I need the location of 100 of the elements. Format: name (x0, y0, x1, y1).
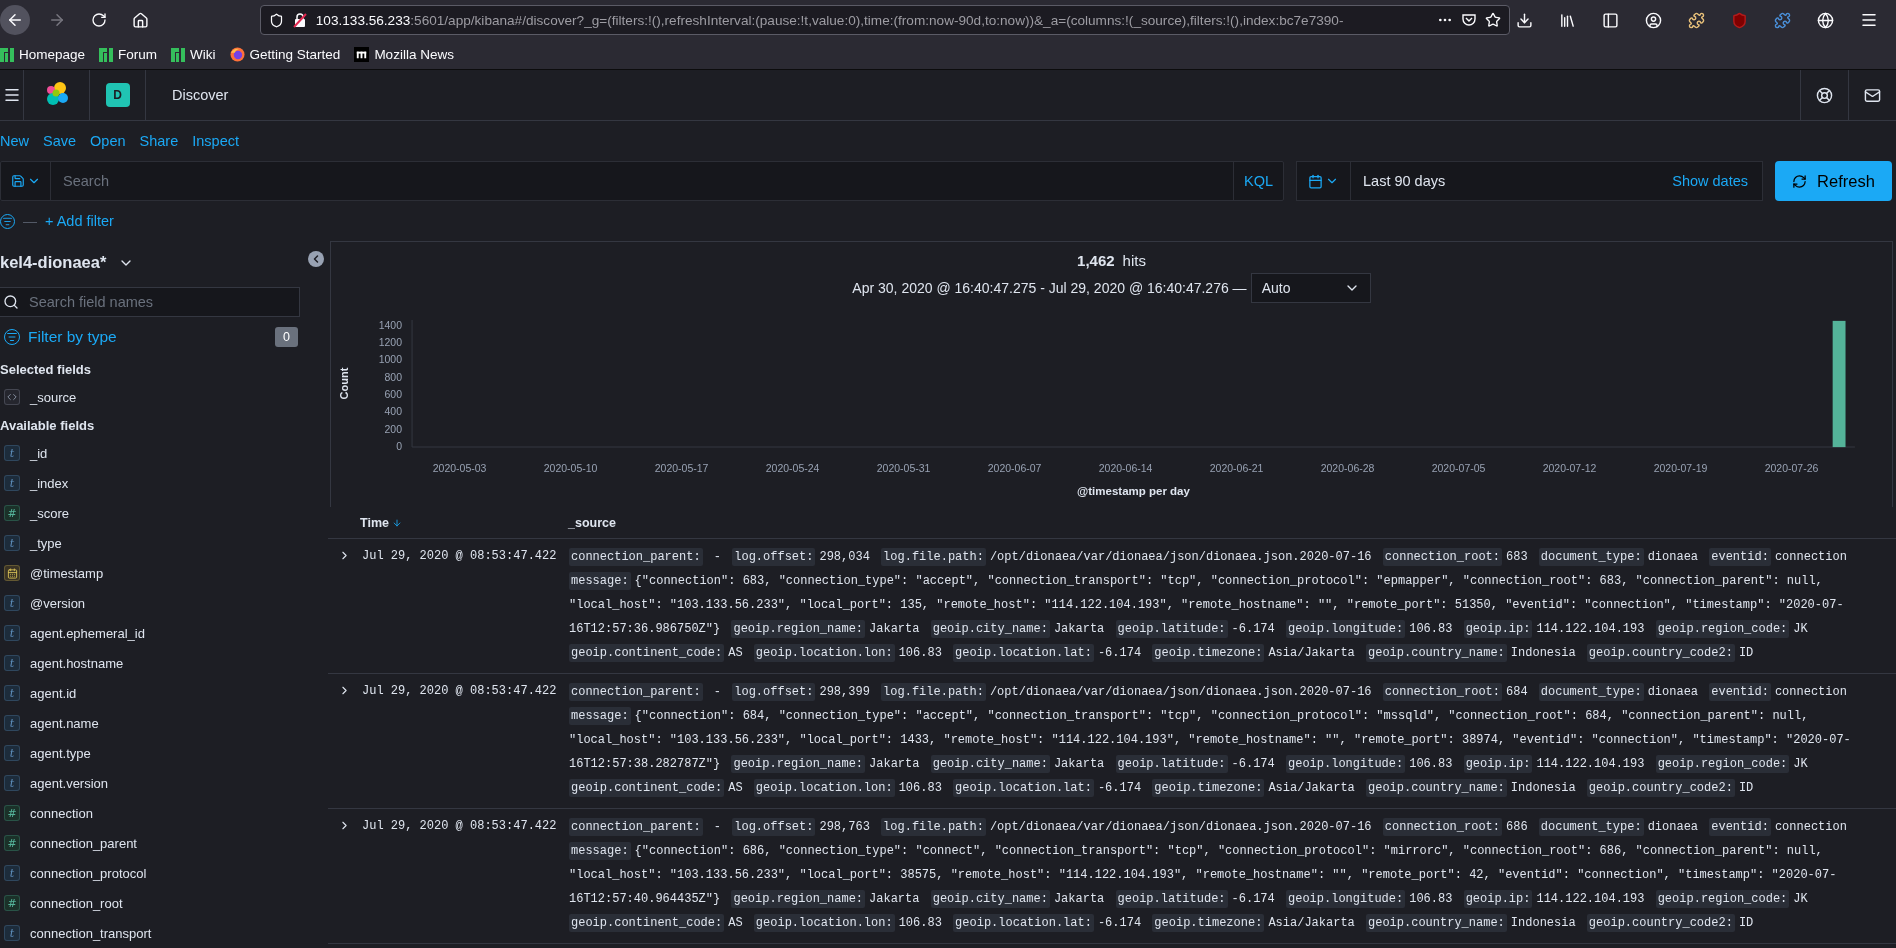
column-header[interactable]: _source (568, 515, 616, 530)
bookmark-link[interactable]: Homepage (0, 47, 86, 62)
url-text: 103.133.56.233:5601/app/kibana#/discover?_g=(filters:!(),refreshInterval:(pause:!t,value:0),time:(from:now-90d,to:now))&_a=(columns:!(_source),filters:!(),index:bc7e7390- (315, 12, 1345, 28)
search-icon (3, 293, 19, 310)
field-item[interactable]: t _type (0, 528, 328, 558)
field-item[interactable]: # connection (0, 798, 328, 828)
field-item[interactable]: # _score (0, 498, 328, 528)
x-axis-title: @timestamp per day (1077, 485, 1190, 497)
bookmark-link[interactable]: Wiki (171, 47, 216, 62)
field-search-field[interactable]: Search field names (27, 292, 299, 311)
add-filter-link[interactable]: + Add filter (45, 213, 114, 229)
shield-icon[interactable] (268, 12, 284, 28)
menu-link[interactable]: Open (90, 133, 126, 149)
section-heading: Available fields (0, 416, 96, 435)
string-type-icon: t (4, 745, 20, 761)
extension-icon[interactable] (1774, 11, 1791, 29)
date-range: Apr 30, 2020 @ 16:40:47.275 - Jul 29, 2020 @ 16:40:47.276 — (852, 279, 1247, 296)
axis-tick-label: 2020-05-10 (543, 462, 598, 474)
time-range: Last 90 days (1363, 173, 1446, 189)
axis-tick-label: 2020-07-05 (1431, 462, 1486, 474)
refresh-button[interactable]: Refresh (1775, 161, 1892, 201)
calendar-icon (1308, 173, 1323, 189)
calendar-icon (4, 565, 20, 581)
menu-link[interactable]: New (0, 133, 29, 149)
menu-icon[interactable] (2, 86, 21, 104)
menu-link[interactable]: Share (139, 133, 179, 149)
axis-tick-label: 1000 (378, 353, 403, 366)
library-icon[interactable] (1559, 11, 1576, 29)
field-item[interactable]: # connection_parent (0, 828, 328, 858)
field-item[interactable]: t _id (0, 438, 328, 468)
field-item[interactable]: t agent.id (0, 678, 328, 708)
section-heading: Selected fields (0, 361, 93, 380)
account-icon[interactable] (1645, 11, 1662, 29)
sidebar-icon[interactable] (1602, 11, 1619, 29)
field-item[interactable]: t connection_transport (0, 918, 328, 948)
interval-select[interactable]: Auto (1250, 272, 1371, 303)
axis-tick-label: 2020-06-28 (1320, 462, 1375, 474)
filter-by-type-button[interactable]: Filter by type (28, 327, 117, 346)
field-item[interactable]: t agent.name (0, 708, 328, 738)
count-badge: 0 (275, 326, 298, 347)
language-button[interactable]: KQL (1233, 162, 1283, 200)
axis-tick-label: 2020-07-19 (1653, 462, 1708, 474)
field-item[interactable]: # connection_root (0, 888, 328, 918)
bookmark-link[interactable]: Forum (99, 47, 158, 62)
field-item[interactable]: t _index (0, 468, 328, 498)
histogram-bar[interactable] (1832, 320, 1846, 447)
field-item[interactable]: t agent.ephemeral_id (0, 618, 328, 648)
bookmark-link[interactable]: Mozilla News (354, 47, 454, 62)
sort-icon[interactable] (391, 517, 402, 528)
home-icon (132, 11, 150, 29)
field-item[interactable]: t agent.type (0, 738, 328, 768)
hits-label: hits (1122, 251, 1146, 269)
menu-link[interactable]: Inspect (192, 133, 239, 149)
string-type-icon: t (4, 865, 20, 881)
bookmark-star-icon[interactable] (1485, 12, 1501, 28)
logo-icon[interactable] (44, 82, 69, 108)
space-avatar[interactable]: D (105, 83, 130, 107)
index-pattern-title[interactable]: kel4-dionaea* (0, 253, 107, 273)
news-logo-icon (354, 47, 370, 62)
axis-tick-label: 2020-06-14 (1098, 462, 1153, 474)
field-item[interactable]: t agent.hostname (0, 648, 328, 678)
axis-tick-label: 2020-06-21 (1209, 462, 1264, 474)
axis-tick-label: 200 (384, 422, 403, 435)
axis-tick-label: 2020-05-03 (432, 462, 487, 474)
source-cell-text: connection_parent: - log.offset: 298,763 log.file.path: /opt/dionaea/var/dionaea/json/dionaea.json.2020-07-16 connection_root: 686 document_type: dionaea eventid: connection message: {"connection": 686, "connection_type": "connect", "connection_transport": "tcp", "connection_protocol": "mirrorc", "connection_root": 686, "connection_parent": null, "local_host": "103.133.56.233", "local_port": 38575, "remote_host": "114.122.104.193", "remote_hostname": "", "remote_port": 42, "eventid": "connection", "timestamp": "2020-07-16T12:57:40.964435Z"} geoip.region_name: Jakarta geoip.city_name: Jakarta geoip.latitude: -6.174 geoip.longitude: 106.83 geoip.ip: 114.122.104.193 geoip.region_code: JK geoip.continent_code: AS geoip.location.lon: 106.83 geoip.location.lat: -6.174 geoip.timezone: Asia/Jakarta geoip.country_name: Indonesia geoip.country_code2: ID (569, 817, 1848, 934)
browser-logo-icon (229, 47, 245, 62)
globe-icon[interactable] (1817, 11, 1834, 29)
menu-link[interactable]: Save (43, 133, 77, 149)
search-bar[interactable]: Search KQL (0, 161, 1284, 201)
show-dates-link[interactable]: Show dates (1672, 173, 1748, 189)
number-type-icon: # (4, 805, 20, 821)
bookmark-link[interactable]: Getting Started (229, 47, 341, 62)
page-title: Discover (172, 87, 229, 103)
extension-icon[interactable] (1688, 11, 1705, 29)
mail-icon[interactable] (1864, 86, 1881, 104)
axis-tick-label: 2020-07-12 (1542, 462, 1597, 474)
search-field[interactable]: Search (51, 162, 1233, 200)
field-search-box[interactable]: Search field names (0, 286, 300, 318)
insecure-lock-icon[interactable] (291, 12, 308, 28)
address-bar[interactable]: 103.133.56.233:5601/app/kibana#/discover?_g=(filters:!(),refreshInterval:(pause:!t,value:0),time:(from:now-90d,to:now))&_a=(columns:!(_source),filters:!(),index:bc7e7390- (259, 5, 1510, 35)
string-type-icon: t (4, 475, 20, 491)
field-item[interactable]: t @version (0, 588, 328, 618)
axis-tick-label: 2020-06-07 (987, 462, 1042, 474)
source-cell-text: connection_parent: - log.offset: 298,399 log.file.path: /opt/dionaea/var/dionaea/json/dionaea.json.2020-07-16 connection_root: 684 document_type: dionaea eventid: connection message: {"connection": 684, "connection_type": "accept", "connection_transport": "tcp", "connection_protocol": "mssqld", "connection_root": 684, "connection_parent": null, "local_host": "103.133.56.233", "local_port": 1433, "remote_host": "114.122.104.193", "remote_hostname": "", "remote_port": 38974, "eventid": "connection", "timestamp": "2020-07-16T12:57:38.282787Z"} geoip.region_name: Jakarta geoip.city_name: Jakarta geoip.latitude: -6.174 geoip.longitude: 106.83 geoip.ip: 114.122.104.193 geoip.region_code: JK geoip.continent_code: AS geoip.location.lon: 106.83 geoip.location.lat: -6.174 geoip.timezone: Asia/Jakarta geoip.country_name: Indonesia geoip.country_code2: ID (569, 682, 1852, 799)
string-type-icon: t (4, 535, 20, 551)
collapse-button[interactable] (308, 251, 324, 267)
field-item[interactable]: t connection_protocol (0, 858, 328, 888)
field-item[interactable]: @timestamp (0, 558, 328, 588)
axis-tick-label: 2020-05-17 (654, 462, 709, 474)
number-type-icon: # (4, 505, 20, 521)
help-icon[interactable] (1816, 86, 1833, 104)
download-icon[interactable] (1516, 11, 1533, 29)
field-item[interactable]: _source (0, 382, 328, 413)
pocket-icon[interactable] (1461, 12, 1477, 28)
column-header[interactable]: Time (360, 515, 568, 530)
string-type-icon: t (4, 775, 20, 791)
back-button[interactable] (0, 5, 30, 35)
number-type-icon: # (4, 895, 20, 911)
menu-icon[interactable] (1860, 11, 1878, 29)
field-item[interactable]: t agent.version (0, 768, 328, 798)
